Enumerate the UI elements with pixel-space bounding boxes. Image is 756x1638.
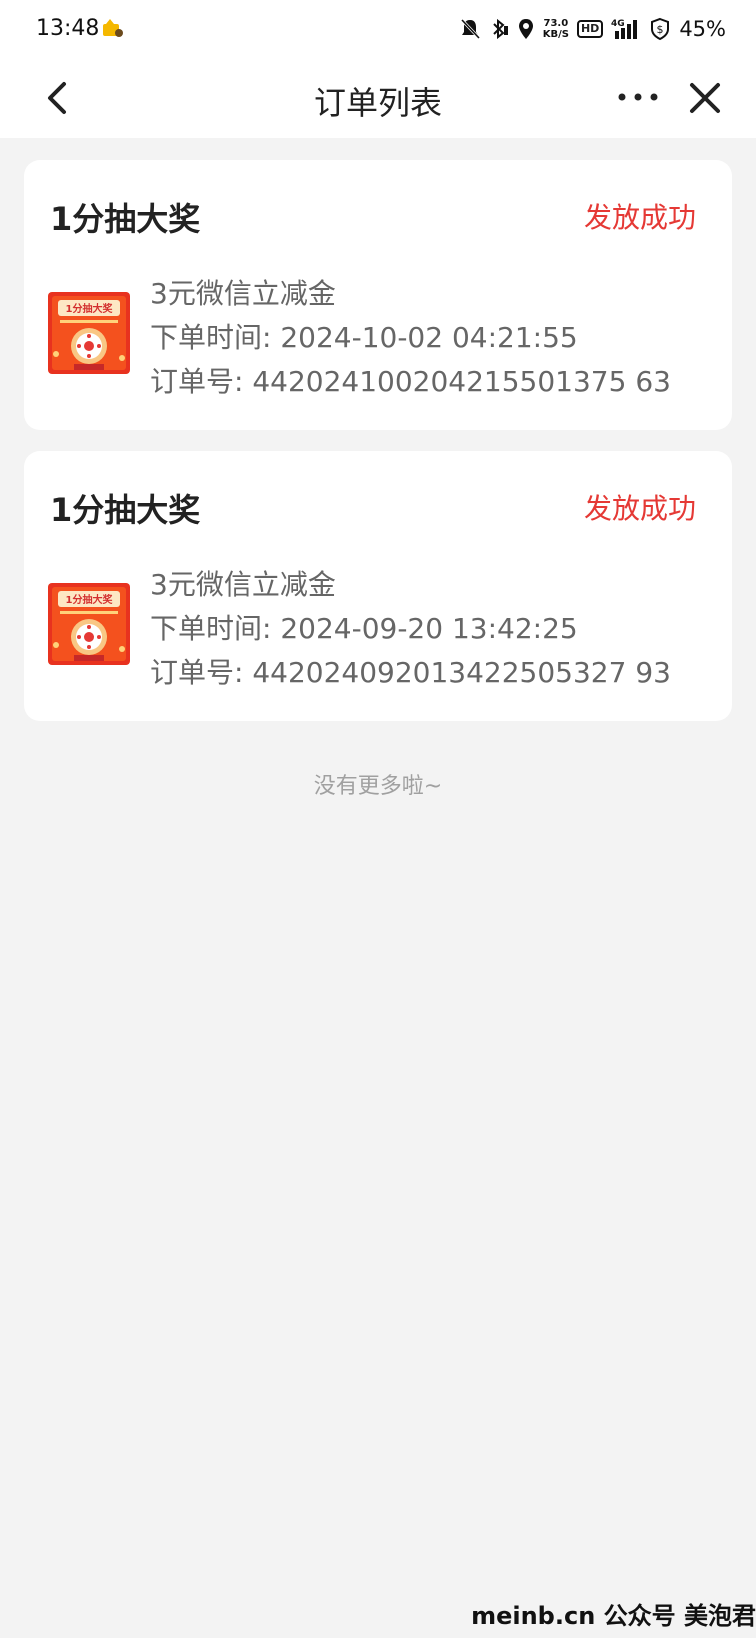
order-info: 3元微信立减金 下单时间: 2024-10-02 04:21:55 订单号: 4… xyxy=(150,272,671,404)
order-number: 订单号: 442024092013422505327 93 xyxy=(150,656,671,689)
thumbnail-label: 1分抽大奖 xyxy=(66,593,114,606)
order-status: 发放成功 xyxy=(583,492,696,525)
status-icons: 73.0 KB/S HD 4G $ 45% xyxy=(459,14,726,44)
order-number: 订单号: 442024100204215501375 63 xyxy=(150,365,671,398)
shield-dollar-icon: $ xyxy=(651,17,670,41)
network-type-label: 4G xyxy=(611,19,625,29)
thumbnail-label: 1分抽大奖 xyxy=(66,302,114,315)
order-time: 下单时间: 2024-10-02 04:21:55 xyxy=(150,321,578,354)
status-time: 13:48 xyxy=(36,16,100,41)
order-product: 3元微信立减金 xyxy=(150,277,336,310)
notification-app-icon xyxy=(103,19,123,37)
svg-text:$: $ xyxy=(657,23,664,36)
nav-bar: 订单列表 xyxy=(0,58,756,138)
order-card[interactable]: 1分抽大奖 发放成功 1分抽大奖 3元微信立减金 下单时间: 2024-09-2… xyxy=(24,451,732,721)
network-speed: 73.0 KB/S xyxy=(543,18,569,40)
bluetooth-icon xyxy=(493,18,508,40)
more-options-icon[interactable] xyxy=(616,84,660,110)
signal-icon: 4G xyxy=(611,19,638,39)
order-title: 1分抽大奖 xyxy=(50,200,201,238)
status-bar: 13:48 73.0 KB/S HD 4G $ 45% xyxy=(0,0,756,58)
close-icon[interactable] xyxy=(686,78,724,118)
network-speed-value: 73.0 xyxy=(543,18,569,29)
order-thumbnail: 1分抽大奖 xyxy=(48,292,130,374)
order-time: 下单时间: 2024-09-20 13:42:25 xyxy=(150,612,578,645)
location-icon xyxy=(518,19,533,39)
battery-level: 45% xyxy=(679,17,726,41)
order-thumbnail: 1分抽大奖 xyxy=(48,583,130,665)
mute-icon xyxy=(460,18,480,40)
order-card[interactable]: 1分抽大奖 发放成功 1分抽大奖 3元微信立减金 下单时间: 2024-10-0… xyxy=(24,160,732,430)
order-product: 3元微信立减金 xyxy=(150,568,336,601)
network-speed-unit: KB/S xyxy=(542,29,569,40)
order-status: 发放成功 xyxy=(583,201,696,234)
no-more-text: 没有更多啦~ xyxy=(313,774,443,799)
order-info: 3元微信立减金 下单时间: 2024-09-20 13:42:25 订单号: 4… xyxy=(150,563,671,695)
watermark: meinb.cn 公众号 美泡君 xyxy=(471,1602,756,1630)
hd-badge: HD xyxy=(576,20,604,38)
order-title: 1分抽大奖 xyxy=(50,491,201,529)
